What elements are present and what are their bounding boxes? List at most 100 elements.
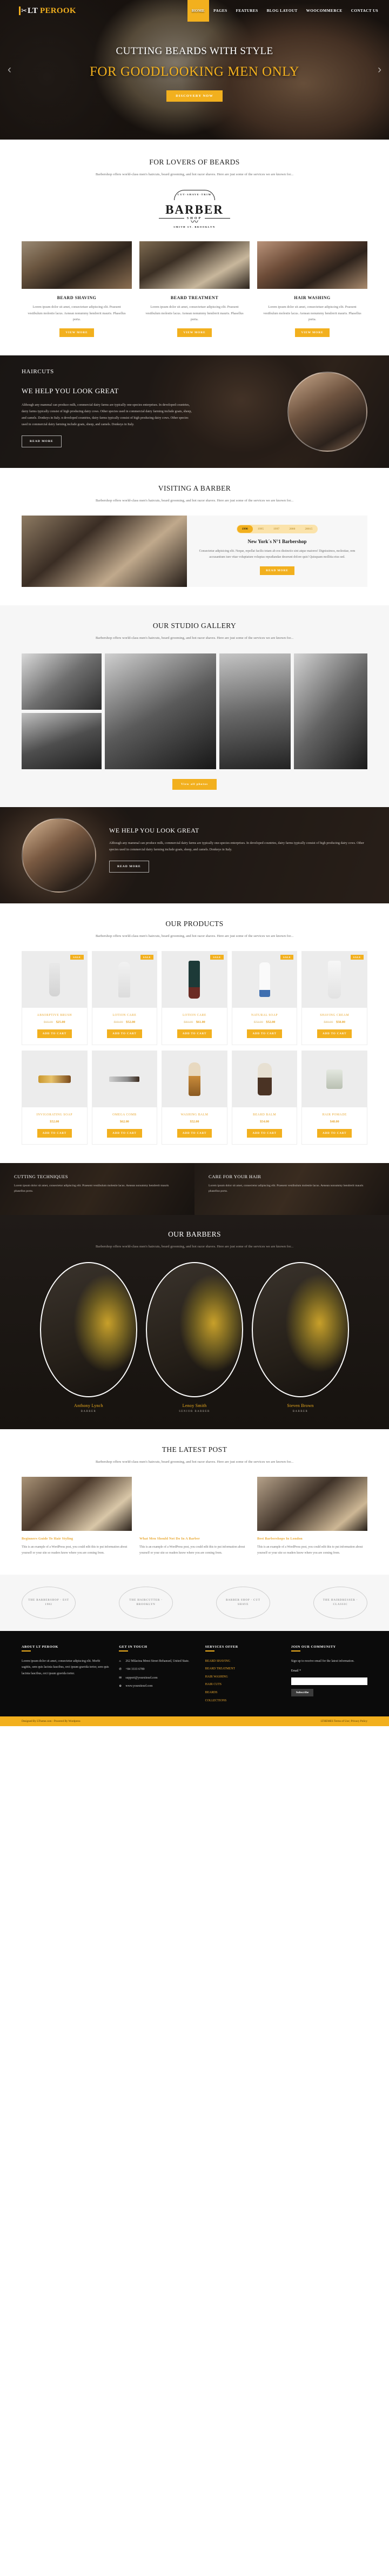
year-tab-1995[interactable]: 1995 <box>253 525 269 533</box>
gallery-item[interactable] <box>219 653 291 769</box>
promo-banner[interactable]: CUTTING TECHNIQUES Lorem ipsum dolor sit… <box>0 1163 194 1216</box>
blog-post[interactable]: Beginners Guide To Hair Styling This is … <box>22 1477 132 1556</box>
contact-website[interactable]: ⊕ www.yoursiteurl.com <box>119 1683 195 1690</box>
service-view-more-button[interactable]: VIEW MORE <box>177 328 212 337</box>
product-name: NATURAL SOAP <box>251 1014 278 1018</box>
barber-card[interactable]: Anthony Lynch BARBER <box>40 1261 137 1413</box>
add-to-cart-button[interactable]: ADD TO CART <box>37 1129 72 1138</box>
product-name: HAIR POMADE <box>322 1113 347 1117</box>
product-new-price: $61.00 <box>196 1020 205 1025</box>
visiting-image <box>22 516 187 587</box>
subscribe-button[interactable]: Subscribe <box>291 1689 314 1697</box>
add-to-cart-button[interactable]: ADD TO CART <box>177 1129 212 1138</box>
partner-logo[interactable]: THE BARBERSHOP · EST 1902 <box>22 1586 76 1619</box>
service-view-more-button[interactable]: VIEW MORE <box>295 328 330 337</box>
year-tab-20015[interactable]: 20015 <box>300 525 317 533</box>
nav-item-woocommerce[interactable]: WOOCOMMERCE <box>302 0 347 22</box>
logo-lt: LT <box>28 6 38 15</box>
product-card[interactable]: BEARD BALM $54.00 ADD TO CART <box>231 1051 298 1145</box>
partner-logo[interactable]: THE HAIRDRESSER · CLASSIC <box>313 1586 367 1619</box>
product-card[interactable]: SALE NATURAL SOAP $72.00 $52.00 ADD TO C… <box>231 951 298 1046</box>
add-to-cart-button[interactable]: ADD TO CART <box>317 1129 352 1138</box>
promo-body: Lorem ipsum dolor sit amet, consectetur … <box>209 1184 364 1193</box>
barber-card[interactable]: Lenoy Smith SENIOR BARBER <box>146 1261 243 1413</box>
view-all-photos-button[interactable]: View all photos <box>172 778 217 790</box>
product-card[interactable]: SALE ABSORPTIVE BRUSH $65.00 $25.00 ADD … <box>22 951 88 1046</box>
blog-header: THE LATEST POST Barbershop offers world-… <box>22 1445 367 1465</box>
products-header: OUR PRODUCTS Barbershop offers world-cla… <box>22 920 367 940</box>
chevron-left-icon[interactable]: ‹ <box>8 63 11 76</box>
partner-logo[interactable]: THE HAIRCUTTER · BROOKLYN <box>119 1586 173 1619</box>
service-card[interactable]: HAIR WASHING Lorem ipsum dolor sit amet,… <box>257 241 367 337</box>
partner-logo[interactable]: BARBER SHOP · CUT SHAVE <box>216 1586 270 1619</box>
blog-grid: Beginners Guide To Hair Styling This is … <box>22 1477 367 1556</box>
haircuts-read-more-button[interactable]: READ MORE <box>22 435 62 448</box>
product-card[interactable]: OMEGA COMB $62.00 ADD TO CART <box>91 1051 158 1145</box>
promo-banner[interactable]: CARE FOR YOUR HAIR Lorem ipsum dolor sit… <box>194 1163 389 1216</box>
product-card[interactable]: SALE LOTION CARE $69.00 $52.00 ADD TO CA… <box>91 951 158 1046</box>
look-great-read-more-button[interactable]: READ MORE <box>109 860 149 873</box>
product-card[interactable]: HAIR POMADE $48.00 ADD TO CART <box>301 1051 367 1145</box>
sale-badge: SALE <box>280 955 294 960</box>
service-card[interactable]: BEARD SHAVING Lorem ipsum dolor sit amet… <box>22 241 132 337</box>
barbers-grid: Anthony Lynch BARBER Lenoy Smith SENIOR … <box>22 1261 367 1413</box>
product-card[interactable]: INVIGORATING SOAP $52.00 ADD TO CART <box>22 1051 88 1145</box>
nav-item-contact-us[interactable]: CONTACT US <box>347 0 383 22</box>
product-image <box>162 1051 227 1108</box>
add-to-cart-button[interactable]: ADD TO CART <box>107 1029 142 1039</box>
service-desc: Lorem ipsum dolor sit amet, consectetuer… <box>263 305 361 322</box>
gallery-item[interactable] <box>294 653 367 769</box>
gallery-item[interactable] <box>22 712 102 769</box>
product-new-price: $58.00 <box>336 1020 345 1025</box>
look-great-body: Although any mammal can produce milk, co… <box>109 841 364 851</box>
footer-service-link[interactable]: BEARDS <box>205 1690 281 1696</box>
add-to-cart-button[interactable]: ADD TO CART <box>107 1129 142 1138</box>
year-tab-1997[interactable]: 1997 <box>269 525 284 533</box>
blog-post-title[interactable]: What Men Should Not Do In A Barber <box>139 1537 250 1541</box>
footer-service-link[interactable]: HAIR CUTS <box>205 1682 281 1688</box>
add-to-cart-button[interactable]: ADD TO CART <box>177 1029 212 1039</box>
footer-service-link[interactable]: COLLECTIONS <box>205 1698 281 1705</box>
product-card[interactable]: SALE SHAVING CREAM $80.00 $58.00 ADD TO … <box>301 951 367 1046</box>
nav-item-pages[interactable]: PAGES <box>209 0 231 22</box>
add-to-cart-button[interactable]: ADD TO CART <box>247 1129 282 1138</box>
footer-service-link[interactable]: BEARD SHAVING <box>205 1659 281 1665</box>
products-desc: Barbershop offers world-class men's hair… <box>96 934 293 938</box>
add-to-cart-button[interactable]: ADD TO CART <box>317 1029 352 1039</box>
barber-card[interactable]: Steven Brown BARBER <box>252 1261 349 1413</box>
visiting-card: 1990 1995 1997 2000 20015 New York´s N°1… <box>187 516 367 587</box>
visiting-read-more-button[interactable]: READ MORE <box>260 566 294 575</box>
footer-service-link[interactable]: BEARD TREATMENT <box>205 1666 281 1673</box>
email-field[interactable] <box>291 1677 367 1686</box>
service-card[interactable]: BEARD TREATMENT Lorem ipsum dolor sit am… <box>139 241 250 337</box>
nav-item-blog-layout[interactable]: BLOG LAYOUT <box>263 0 302 22</box>
blog-post-excerpt: This is an example of a WordPress post, … <box>139 1545 245 1555</box>
add-to-cart-button[interactable]: ADD TO CART <box>37 1029 72 1039</box>
footer-service-link[interactable]: HAIR WASHING <box>205 1674 281 1681</box>
gallery-item[interactable] <box>105 653 216 769</box>
product-name: ABSORPTIVE BRUSH <box>37 1014 72 1018</box>
footer-about-heading: ABOUT LT PEROOK <box>22 1645 109 1652</box>
blog-post-title[interactable]: Best Barbershops In London <box>257 1537 367 1541</box>
nav-item-features[interactable]: FEATURES <box>232 0 263 22</box>
chevron-right-icon[interactable]: › <box>378 63 381 76</box>
gallery-item[interactable] <box>22 653 102 710</box>
contact-email[interactable]: ✉ support@yoursiteurl.com <box>119 1675 195 1682</box>
blog-post[interactable]: What Men Should Not Do In A Barber This … <box>139 1477 250 1556</box>
blog-post[interactable]: Best Barbershops In London This is an ex… <box>257 1477 367 1556</box>
site-logo[interactable]: ✂ LT PEROOK <box>18 6 76 16</box>
product-card[interactable]: SALE LOTION CARE $83.00 $61.00 ADD TO CA… <box>162 951 227 1046</box>
product-old-price: $83.00 <box>184 1020 193 1025</box>
hero-subtitle: CUTTING BEARDS WITH STYLE <box>116 45 273 57</box>
product-card[interactable]: WASHING BALM $52.00 ADD TO CART <box>162 1051 227 1145</box>
year-tab-2000[interactable]: 2000 <box>284 525 300 533</box>
hero-cta-button[interactable]: DISCOVERY NOW <box>166 90 223 102</box>
service-view-more-button[interactable]: VIEW MORE <box>59 328 94 337</box>
nav-item-home[interactable]: HOME <box>187 0 210 22</box>
add-to-cart-button[interactable]: ADD TO CART <box>247 1029 282 1039</box>
barbers-title: OUR BARBERS <box>168 1230 221 1239</box>
product-price: $83.00 $61.00 <box>162 1020 227 1024</box>
blog-post-title[interactable]: Beginners Guide To Hair Styling <box>22 1537 132 1541</box>
contact-phone[interactable]: ✆ +84 3333 6789 <box>119 1667 195 1673</box>
year-tab-1990[interactable]: 1990 <box>237 525 253 533</box>
